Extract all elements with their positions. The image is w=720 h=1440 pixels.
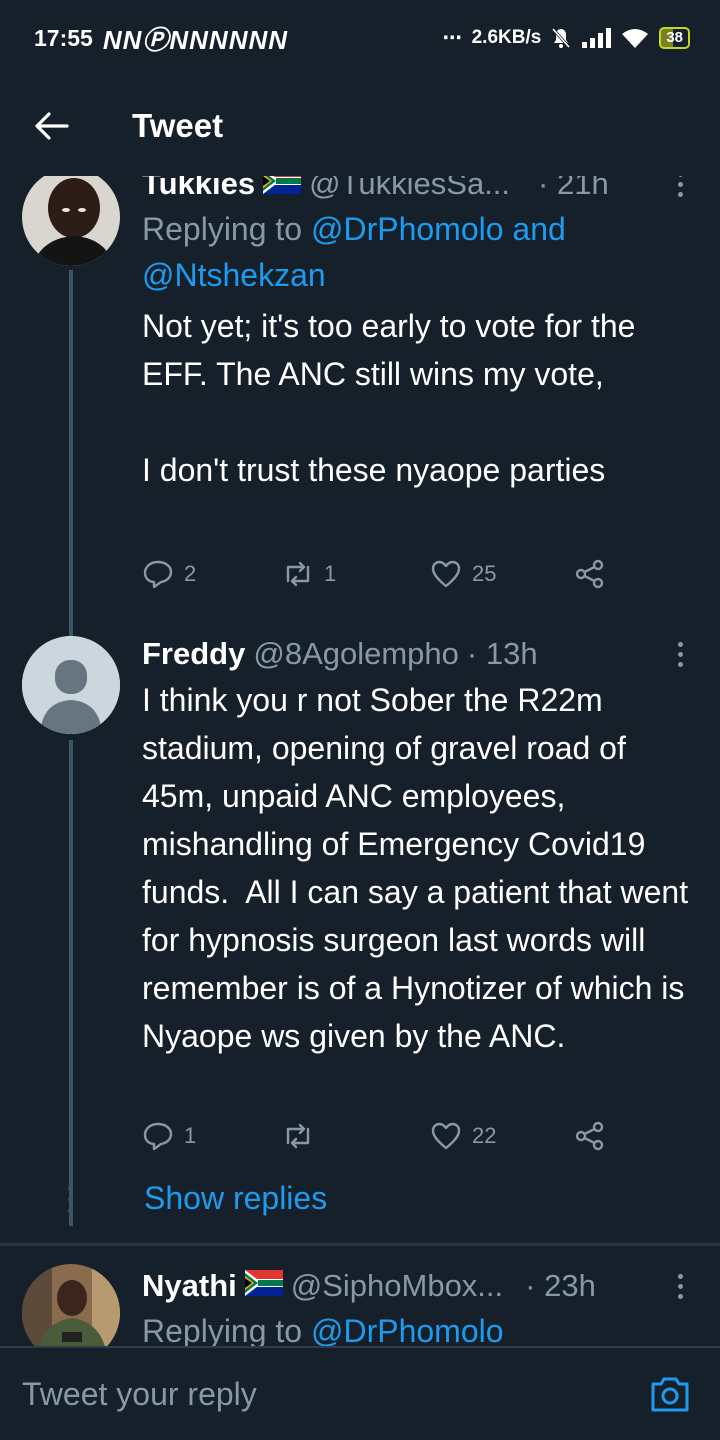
replying-to: Replying to @DrPhomolo and @Ntshekzan <box>142 211 566 293</box>
reply-icon <box>143 1122 173 1151</box>
retweet-icon <box>286 1123 310 1149</box>
thread-line <box>69 270 73 640</box>
network-speed: 2.6KB/s <box>471 27 542 48</box>
camera-icon <box>651 1377 689 1412</box>
tweet-time: · 23h <box>525 1268 596 1303</box>
default-avatar[interactable] <box>22 636 120 734</box>
top-app-bar: Tweet <box>0 76 720 176</box>
reply-button[interactable]: 2 <box>142 558 196 590</box>
reply-composer <box>0 1346 720 1440</box>
show-replies-link[interactable]: Show replies <box>144 1180 327 1217</box>
like-count: 25 <box>472 561 497 586</box>
tweet-tukkies[interactable]: Tukkies @TukkiesSa... · 21h Replying to … <box>0 150 720 640</box>
tweet-freddy[interactable]: Freddy @8Agolempho · 13h I think you r n… <box>0 632 720 1232</box>
like-button[interactable]: 25 <box>430 558 496 590</box>
heart-icon <box>431 560 461 588</box>
avatar[interactable] <box>22 168 120 266</box>
tweet-actions: 1 22 <box>142 1120 612 1160</box>
avatar[interactable] <box>22 1264 120 1346</box>
more-options-button[interactable] <box>668 634 692 674</box>
tweet-actions: 2 1 25 <box>142 558 612 598</box>
thread-line <box>69 740 73 1226</box>
replies-timeline[interactable]: Tukkies @TukkiesSa... · 21h Replying to … <box>0 150 720 1346</box>
back-button[interactable] <box>22 96 82 156</box>
display-name[interactable]: Freddy <box>142 632 245 676</box>
replying-to: Replying to @DrPhomolo <box>142 1308 690 1346</box>
retweet-button[interactable] <box>282 1120 324 1152</box>
wifi-icon <box>622 29 649 48</box>
more-options-button[interactable] <box>668 1266 692 1306</box>
mention-link[interactable]: @DrPhomolo <box>311 1313 504 1346</box>
tweet-content: Tukkies @TukkiesSa... · 21h Replying to … <box>142 162 690 494</box>
retweet-count: 1 <box>324 561 337 586</box>
status-time: 17:55 <box>34 24 93 51</box>
user-handle[interactable]: @SiphoMbox... <box>291 1264 503 1308</box>
signal-icon <box>582 28 612 48</box>
heart-icon <box>431 1122 461 1150</box>
tweet-text: Not yet; it's too early to vote for the … <box>142 308 636 488</box>
battery-icon: 38 <box>659 27 690 49</box>
tweet-time: · 13h <box>466 636 538 671</box>
reply-input[interactable] <box>22 1375 640 1413</box>
tweet-text: I think you r not Sober the R22m stadium… <box>142 682 697 1054</box>
share-button[interactable] <box>574 1120 606 1152</box>
page-title: Tweet <box>132 107 224 144</box>
reply-count: 2 <box>184 561 197 586</box>
reply-count: 1 <box>184 1123 197 1148</box>
retweet-icon <box>286 561 310 587</box>
retweet-button[interactable]: 1 <box>282 558 336 590</box>
tweet-nyathi[interactable]: Nyathi @SiphoMbox... · 23h Replying to @… <box>0 1264 720 1346</box>
arrow-left-icon <box>35 112 69 140</box>
share-icon <box>575 1121 604 1151</box>
like-button[interactable]: 22 <box>430 1120 496 1152</box>
status-bar: 17:55 NNⓅNNNNNN ⋯ 2.6KB/s 38 <box>0 0 720 76</box>
like-count: 22 <box>472 1123 497 1148</box>
mute-bell-icon <box>552 28 571 48</box>
reply-icon <box>143 560 173 589</box>
divider <box>0 1243 720 1246</box>
tweet-content: Freddy @8Agolempho · 13h I think you r n… <box>142 632 690 1060</box>
reply-button[interactable]: 1 <box>142 1120 196 1152</box>
notification-icons: NNⓅNNNNNN <box>102 24 289 55</box>
thread-continuation-dots <box>68 1186 74 1213</box>
south-africa-flag-icon <box>244 1270 283 1296</box>
display-name[interactable]: Nyathi <box>142 1264 237 1308</box>
camera-button[interactable] <box>640 1364 700 1424</box>
user-handle[interactable]: @8Agolempho <box>253 632 459 676</box>
share-icon <box>575 559 604 589</box>
share-button[interactable] <box>574 558 606 590</box>
overflow-icon: ⋯ <box>442 27 462 49</box>
tweet-content: Nyathi @SiphoMbox... · 23h Replying to @… <box>142 1264 690 1346</box>
